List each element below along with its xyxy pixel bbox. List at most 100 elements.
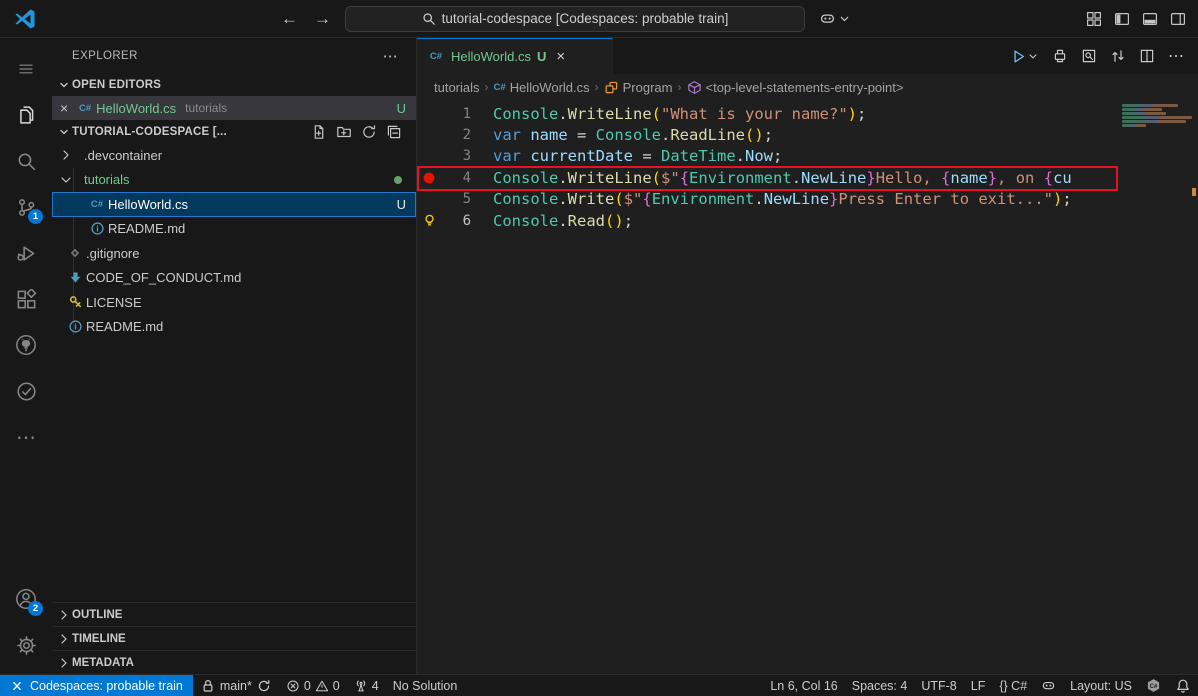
sidebar-panel-metadata[interactable]: METADATA: [52, 650, 416, 674]
activity-item-extensions[interactable]: [4, 276, 48, 322]
tree-item--devcontainer[interactable]: .devcontainer: [52, 143, 416, 168]
layout-icon[interactable]: [1086, 11, 1102, 27]
code-line-5[interactable]: 5 Console.Write($"{Environment.NewLine}Pr…: [417, 189, 1118, 210]
status-notifications[interactable]: [1168, 675, 1198, 696]
sidebar-panel-timeline[interactable]: TIMELINE: [52, 626, 416, 650]
tree-item-helloworld-cs[interactable]: C# HelloWorld.cs U: [52, 192, 416, 217]
code-line-2[interactable]: 2 var name = Console.ReadLine();: [417, 124, 1118, 145]
tree-item-readme-md[interactable]: README.md: [52, 315, 416, 340]
explorer-icon: [15, 104, 37, 126]
status-problems[interactable]: 00: [279, 675, 347, 696]
command-center[interactable]: tutorial-codespace [Codespaces: probable…: [345, 5, 805, 32]
status-remote-indicator[interactable]: Codespaces: probable train: [0, 675, 193, 696]
collapse-all-icon[interactable]: [386, 124, 402, 140]
code-editor[interactable]: 1 Console.WriteLine("What is your name?")…: [417, 100, 1198, 674]
breadcrumb-label: Program: [622, 79, 673, 95]
workspace-header[interactable]: TUTORIAL-CODESPACE [...: [52, 120, 416, 143]
status-eol[interactable]: LF: [964, 675, 993, 696]
back-icon[interactable]: ←: [273, 9, 306, 29]
status-keyboard-layout[interactable]: Layout: US: [1063, 675, 1139, 696]
symbol-class-icon: [604, 80, 619, 95]
info-file-icon: [88, 221, 106, 237]
activity-item-source-control[interactable]: 1: [4, 184, 48, 230]
copilot-menu[interactable]: [819, 10, 851, 27]
tab-close-icon[interactable]: ×: [556, 48, 565, 65]
status-copilot[interactable]: [1034, 675, 1063, 696]
activity-item-search[interactable]: [4, 138, 48, 184]
status-indentation[interactable]: Spaces: 4: [845, 675, 915, 696]
code-line-6[interactable]: 6 Console.Read();: [417, 210, 1118, 231]
activity-item-explorer[interactable]: [4, 92, 48, 138]
status-cursor-position[interactable]: Ln 6, Col 16: [763, 675, 844, 696]
new-file-icon[interactable]: [311, 124, 327, 140]
lightbulb-icon[interactable]: [417, 213, 441, 228]
open-changes-icon[interactable]: [1110, 48, 1126, 64]
status-language-mode[interactable]: {} C#: [992, 675, 1034, 696]
status-git-branch[interactable]: main*: [193, 675, 279, 696]
copilot-icon: [1041, 678, 1056, 693]
status-csharp-project[interactable]: C#: [1139, 675, 1168, 696]
status-encoding[interactable]: UTF-8: [914, 675, 963, 696]
activity-item-run-debug[interactable]: [4, 230, 48, 276]
run-button[interactable]: [1010, 48, 1039, 65]
activity-item-settings[interactable]: [4, 622, 48, 668]
sidebar-title: EXPLORER: [72, 49, 138, 62]
breadcrumb-item[interactable]: Program: [604, 80, 673, 95]
code-line-3[interactable]: 3 var currentDate = DateTime.Now;: [417, 146, 1118, 167]
status-forwarded-ports[interactable]: 4: [347, 675, 386, 696]
tree-item-readme-md[interactable]: README.md: [52, 217, 416, 242]
sidebar-panel-outline[interactable]: OUTLINE: [52, 602, 416, 626]
workspace-label: TUTORIAL-CODESPACE [...: [72, 125, 227, 138]
code-line-1[interactable]: 1 Console.WriteLine("What is your name?")…: [417, 103, 1118, 124]
tree-item-code-of-conduct-md[interactable]: CODE_OF_CONDUCT.md: [52, 266, 416, 291]
code-text: var currentDate = DateTime.Now;: [493, 147, 783, 166]
status-solution[interactable]: No Solution: [386, 675, 465, 696]
panel-left-icon[interactable]: [1114, 11, 1130, 27]
git-status-badge: U: [396, 196, 406, 212]
sidebar-more-icon[interactable]: ⋯: [383, 47, 398, 65]
github-icon: [15, 334, 37, 356]
activity-item-testing[interactable]: [4, 368, 48, 414]
activity-item-github[interactable]: [4, 322, 48, 368]
open-editors-label: OPEN EDITORS: [72, 78, 162, 91]
breadcrumb-item[interactable]: tutorials: [434, 80, 480, 95]
activity-item-accounts[interactable]: 2: [4, 576, 48, 622]
new-folder-icon[interactable]: [336, 124, 352, 140]
status-remote-indicator-text: Codespaces: probable train: [30, 678, 183, 693]
panel-bottom-icon[interactable]: [1142, 11, 1158, 27]
open-editor-item[interactable]: × C# HelloWorld.cs tutorials U: [52, 96, 416, 120]
status-git-branch-text: main*: [219, 678, 252, 693]
git-status-badge: U: [396, 100, 406, 116]
panel-right-icon[interactable]: [1170, 11, 1186, 27]
forward-icon[interactable]: →: [306, 9, 339, 29]
print-icon[interactable]: [1052, 48, 1068, 64]
minimap[interactable]: [1118, 103, 1198, 674]
open-editors-header[interactable]: OPEN EDITORS: [52, 73, 416, 96]
minimap-line: [1122, 112, 1166, 115]
breadcrumb-separator: ›: [484, 80, 489, 94]
close-icon[interactable]: ×: [60, 100, 74, 116]
symbol-namespace-icon: [687, 80, 702, 95]
breadcrumb-label: tutorials: [434, 79, 480, 95]
split-editor-icon[interactable]: [1139, 48, 1155, 64]
code-text: Console.WriteLine($"{Environment.NewLine…: [493, 168, 1072, 187]
tree-item--gitignore[interactable]: .gitignore: [52, 241, 416, 266]
activity-item-menu[interactable]: [4, 46, 48, 92]
title-bar: ← → tutorial-codespace [Codespaces: prob…: [0, 0, 1198, 38]
status-language-mode-text: {} C#: [999, 678, 1028, 693]
activity-item-more[interactable]: ⋯: [4, 414, 48, 460]
tab-helloworld[interactable]: C# HelloWorld.cs U ×: [417, 38, 613, 74]
more-actions-icon[interactable]: ⋯: [1168, 46, 1184, 66]
code-line-4[interactable]: 4 Console.WriteLine($"{Environment.NewLin…: [417, 166, 1118, 191]
lock-icon: [200, 678, 216, 694]
breakpoint-icon[interactable]: [417, 170, 441, 186]
breadcrumb-item[interactable]: <top-level-statements-entry-point>: [687, 80, 903, 95]
tree-item-license[interactable]: LICENSE: [52, 290, 416, 315]
tree-item-tutorials[interactable]: tutorials: [52, 168, 416, 193]
breadcrumb: tutorials › C# HelloWorld.cs › Program › <top-l…: [417, 74, 1198, 100]
search-preview-icon[interactable]: [1081, 48, 1097, 64]
status-indentation-text: Spaces: 4: [851, 678, 908, 693]
copilot-icon: [819, 10, 836, 27]
refresh-icon[interactable]: [361, 124, 377, 140]
breadcrumb-item[interactable]: C# HelloWorld.cs: [494, 80, 590, 95]
